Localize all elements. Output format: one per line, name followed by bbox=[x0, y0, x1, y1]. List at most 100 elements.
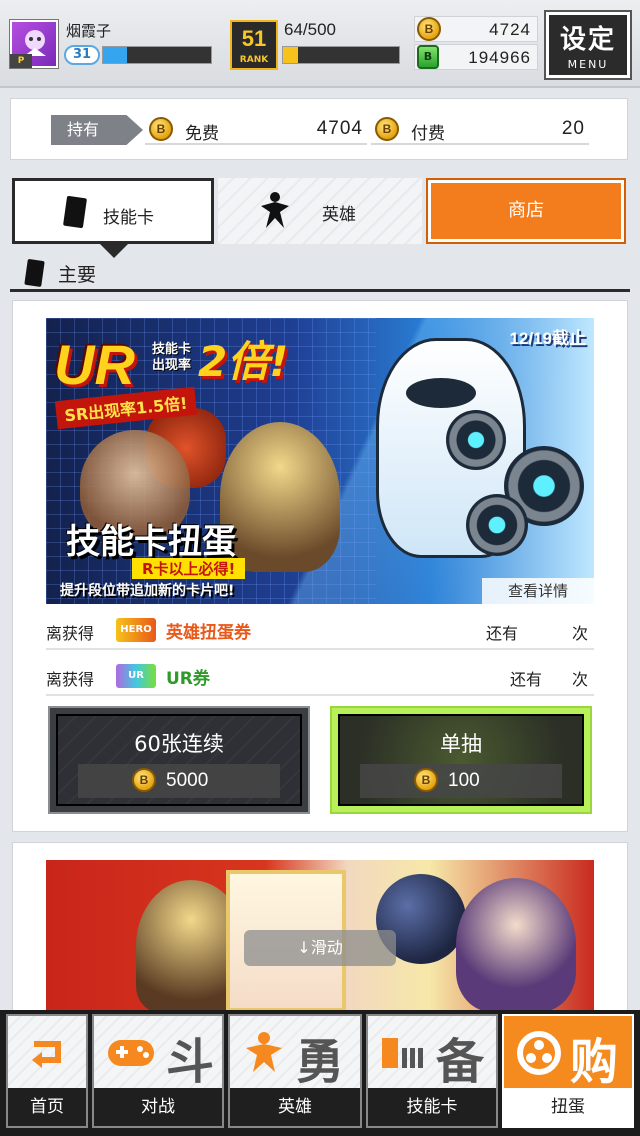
coin-icon: B bbox=[417, 17, 441, 41]
menu-button-sublabel: MENU bbox=[567, 58, 609, 71]
ur-ticket-icon: UR bbox=[116, 664, 156, 688]
xp-bar bbox=[102, 46, 212, 64]
ticket-remaining-label: 还有 bbox=[486, 624, 519, 643]
ticket-unit: 次 bbox=[572, 670, 589, 689]
banner-robot-visor bbox=[406, 378, 476, 408]
tab-shop[interactable]: 商店 bbox=[428, 180, 624, 242]
stamina-bar bbox=[282, 46, 400, 64]
gem-icon: B bbox=[417, 45, 439, 69]
nav-hero-label: 英雄 bbox=[230, 1088, 360, 1126]
ticket-name: 英雄扭蛋券 bbox=[166, 623, 251, 643]
ticket-remaining-label: 还有 bbox=[510, 670, 543, 689]
banner-title: 技能卡扭蛋 bbox=[66, 522, 236, 562]
tab-hero[interactable]: 英雄 bbox=[218, 178, 422, 244]
holdings-bar: 持有 B 免费 4704 B 付费 20 bbox=[10, 98, 628, 160]
coin-value: 4724 bbox=[489, 20, 531, 39]
nav-battle-glyph: 斗 bbox=[166, 1034, 215, 1090]
stamina-text: 64/500 bbox=[284, 20, 336, 39]
banner-deadline: 12/19截止 bbox=[509, 329, 586, 348]
scroll-hint: ↓滑动 bbox=[244, 930, 396, 966]
level-badge: 31 bbox=[64, 45, 100, 65]
rank-number: 51 bbox=[241, 26, 267, 51]
nav-battle-label: 对战 bbox=[94, 1088, 222, 1126]
nav-gacha[interactable]: 购 扭蛋 bbox=[502, 1014, 634, 1128]
rank-badge: 51 RANK bbox=[230, 20, 278, 70]
free-coin-icon: B bbox=[149, 117, 173, 141]
card-icon bbox=[24, 259, 45, 287]
avatar-tag: P bbox=[10, 54, 32, 68]
coin-icon: B bbox=[414, 768, 438, 792]
return-arrow-icon bbox=[32, 1041, 61, 1068]
stamina-bar-fill bbox=[283, 47, 299, 63]
tab-skill-card-label: 技能卡 bbox=[103, 208, 154, 228]
nav-skill-card-glyph: 备 bbox=[436, 1034, 485, 1090]
nav-hero[interactable]: 勇 英雄 bbox=[228, 1014, 362, 1128]
single-pull-title: 单抽 bbox=[440, 732, 482, 756]
hero-icon bbox=[246, 1032, 282, 1072]
paid-currency-value: 20 bbox=[561, 118, 585, 139]
nav-home-icon-area bbox=[8, 1016, 86, 1088]
menu-button-label: 设定 bbox=[559, 25, 616, 55]
nav-home[interactable]: 首页 bbox=[6, 1014, 88, 1128]
nav-gacha-label: 扭蛋 bbox=[504, 1088, 632, 1126]
hero-icon bbox=[261, 192, 289, 228]
single-pull-cost: B 100 bbox=[360, 764, 562, 798]
banner-footer-text: 提升段位带追加新的卡片吧! bbox=[60, 583, 235, 599]
coin-counter: B 4724 bbox=[414, 16, 538, 42]
nav-gacha-glyph: 购 bbox=[570, 1034, 619, 1090]
banner2-eyepatch-character bbox=[456, 878, 576, 1012]
xp-bar-fill bbox=[103, 47, 127, 63]
gem-value: 194966 bbox=[468, 48, 531, 67]
hero-ticket-progress-row: 离获得 HERO 英雄扭蛋券 还有 次 bbox=[46, 610, 594, 650]
settings-menu-button[interactable]: 设定 MENU bbox=[546, 12, 630, 78]
ticket-unit: 次 bbox=[572, 624, 589, 643]
ticket-prefix: 离获得 bbox=[46, 624, 95, 643]
paid-currency-label: 付费 bbox=[411, 124, 445, 144]
multi-pull-cost: B 5000 bbox=[78, 764, 280, 798]
banner-blonde-character bbox=[220, 422, 340, 572]
nav-skill-card-icon-area: 备 bbox=[368, 1016, 496, 1090]
single-pull-button[interactable]: 单抽 B 100 bbox=[330, 706, 592, 814]
nav-skill-card[interactable]: 备 技能卡 bbox=[366, 1014, 498, 1128]
nav-hero-glyph: 勇 bbox=[296, 1034, 345, 1090]
nav-battle[interactable]: 斗 对战 bbox=[92, 1014, 224, 1128]
holdings-label: 持有 bbox=[51, 115, 143, 145]
gamepad-icon bbox=[108, 1040, 154, 1066]
robot-speaker-icon bbox=[446, 410, 506, 470]
free-currency-label: 免费 bbox=[185, 124, 219, 144]
card-stack-icon bbox=[382, 1038, 423, 1068]
ur-rate-caption: 技能卡 出现率 bbox=[152, 342, 192, 373]
tab-skill-card[interactable]: 技能卡 bbox=[12, 178, 214, 244]
free-currency: B 免费 4704 bbox=[145, 115, 367, 145]
section-header: 主要 bbox=[10, 256, 630, 292]
view-details-link[interactable]: 查看详情 bbox=[482, 578, 594, 604]
nav-skill-card-label: 技能卡 bbox=[368, 1088, 496, 1126]
coin-icon: B bbox=[132, 768, 156, 792]
nav-battle-icon-area: 斗 bbox=[94, 1016, 222, 1090]
gacha-capsule-icon bbox=[517, 1031, 561, 1075]
card-icon bbox=[63, 196, 87, 228]
player-name: 烟霞子 bbox=[66, 22, 112, 40]
skill-card-gacha-banner[interactable]: UR 技能卡 出现率 2倍! SR出现率1.5倍! 12/19截止 技能卡扭蛋 … bbox=[46, 318, 594, 604]
rank-label: RANK bbox=[239, 55, 269, 65]
tab-hero-label: 英雄 bbox=[322, 205, 356, 225]
paid-currency: B 付费 20 bbox=[371, 115, 589, 145]
multi-pull-button[interactable]: 60张连续 B 5000 bbox=[48, 706, 310, 814]
ur-ticket-progress-row: 离获得 UR UR券 还有 次 bbox=[46, 656, 594, 696]
multi-pull-title: 60张连续 bbox=[134, 732, 224, 756]
ticket-name: UR券 bbox=[166, 669, 210, 689]
single-pull-cost-value: 100 bbox=[448, 770, 480, 791]
ur-logo: UR bbox=[54, 333, 135, 396]
ur-rate-multiplier: 2倍! bbox=[198, 337, 289, 386]
section-title: 主要 bbox=[58, 264, 97, 286]
free-currency-value: 4704 bbox=[316, 118, 363, 139]
multi-pull-cost-value: 5000 bbox=[166, 770, 209, 791]
robot-speaker-icon bbox=[466, 494, 528, 556]
gem-counter: B 194966 bbox=[414, 44, 538, 70]
banner-guarantee: R卡以上必得! bbox=[132, 558, 246, 579]
top-status-bar: P 烟霞子 31 51 RANK 64/500 B 4724 B 194966 … bbox=[0, 0, 640, 88]
hero-ticket-icon: HERO bbox=[116, 618, 156, 642]
player-avatar[interactable]: P bbox=[10, 20, 58, 68]
nav-gacha-icon-area: 购 bbox=[504, 1016, 632, 1090]
ticket-prefix: 离获得 bbox=[46, 670, 95, 689]
